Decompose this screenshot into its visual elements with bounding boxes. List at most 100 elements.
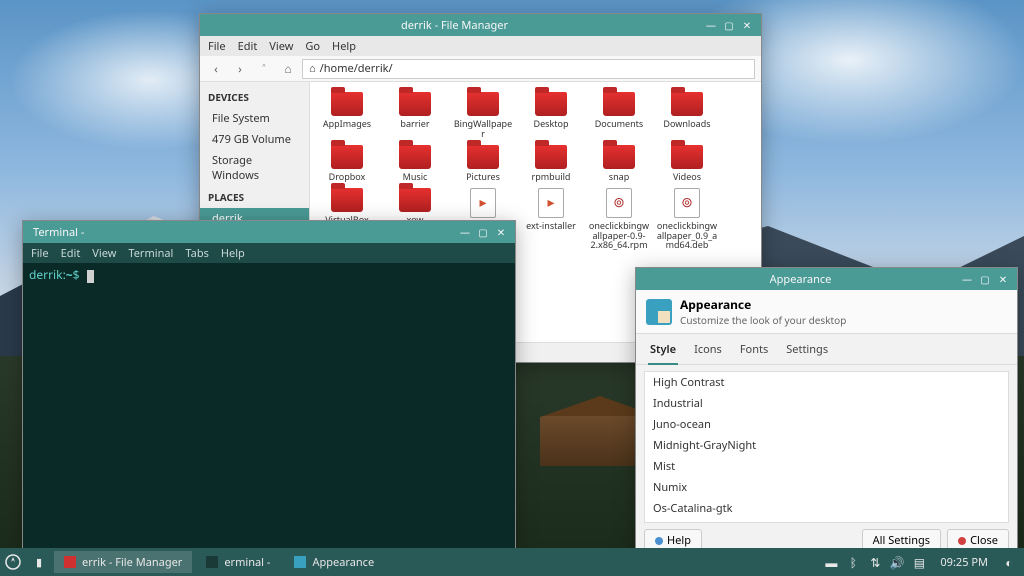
sidebar-item-file-system[interactable]: File System [200,108,309,129]
folder-icon [535,145,567,169]
file-item[interactable]: snap [586,143,652,184]
file-item[interactable]: BingWallpaper [450,90,516,141]
prompt-user: derrik [29,266,63,283]
folder-icon [467,145,499,169]
file-item[interactable]: ▸ext-installer [518,186,584,253]
appearance-header-sub: Customize the look of your desktop [680,313,846,327]
back-button[interactable]: ‹ [206,59,226,79]
clock[interactable]: 09:25 PM [934,555,994,570]
menu-edit[interactable]: Edit [238,39,258,54]
menu-terminal[interactable]: Terminal [128,246,173,261]
sidebar-item-storage-windows[interactable]: Storage Windows [200,150,309,186]
folder-icon [331,92,363,116]
menu-tabs[interactable]: Tabs [185,246,208,261]
taskbar-task[interactable]: Appearance [284,551,384,573]
forward-button[interactable]: › [230,59,250,79]
path-text: /home/derrik/ [320,61,393,76]
menu-file[interactable]: File [208,39,226,54]
folder-icon [399,188,431,212]
prompt-dir: ~ [66,266,73,283]
file-item[interactable]: rpmbuild [518,143,584,184]
folder-icon [671,145,703,169]
appearance-titlebar[interactable]: Appearance — ▢ ✕ [636,268,1017,290]
file-item[interactable]: Videos [654,143,720,184]
tab-fonts[interactable]: Fonts [738,338,770,364]
close-button[interactable]: ✕ [493,224,509,240]
style-row[interactable]: Numix [645,477,1008,498]
battery-icon[interactable]: ▬ [824,555,838,569]
file-item[interactable]: ⊚oneclickbingwallpaper-0.9-2.x86_64.rpm [586,186,652,253]
folder-icon [399,145,431,169]
style-row[interactable]: High Contrast [645,372,1008,393]
file-item[interactable]: Music [382,143,448,184]
menu-file[interactable]: File [31,246,49,261]
terminal-titlebar[interactable]: Terminal - — ▢ ✕ [23,221,515,243]
menu-edit[interactable]: Edit [61,246,81,261]
style-row[interactable]: Juno-ocean [645,414,1008,435]
file-item[interactable]: ⊚oneclickbingwallpaper_0.9_amd64.deb [654,186,720,253]
style-list[interactable]: High ContrastIndustrialJuno-oceanMidnigh… [644,371,1009,523]
menu-view[interactable]: View [269,39,293,54]
taskbar[interactable]: ▮ errik - File Manager erminal - Appearanc… [0,548,1024,576]
menu-go[interactable]: Go [305,39,320,54]
minimize-button[interactable]: — [703,17,719,33]
minimize-button[interactable]: — [457,224,473,240]
user-icon[interactable]: ◐ [1002,555,1016,569]
system-tray: ▬ ᛒ ⇅ 🔊 ▤ 09:25 PM ◐ [816,555,1024,570]
close-button[interactable]: ✕ [739,17,755,33]
volume-icon[interactable]: 🔊 [890,555,904,569]
file-item[interactable]: Documents [586,90,652,141]
network-icon[interactable]: ⇅ [868,555,882,569]
file-item[interactable]: Downloads [654,90,720,141]
menu-help[interactable]: Help [332,39,356,54]
minimize-button[interactable]: — [959,271,975,287]
notifications-icon[interactable]: ▤ [912,555,926,569]
style-row[interactable]: Mist [645,456,1008,477]
filemgr-titlebar[interactable]: derrik - File Manager — ▢ ✕ [200,14,761,36]
sidebar-item-479-gb-volume[interactable]: 479 GB Volume [200,129,309,150]
style-row[interactable]: Os-Catalina-gtk [645,498,1008,519]
terminal-title: Terminal - [29,225,457,240]
folder-icon [467,92,499,116]
menu-help[interactable]: Help [221,246,245,261]
file-item[interactable]: AppImages [314,90,380,141]
home-button[interactable]: ⌂ [278,59,298,79]
file-label: Downloads [663,119,710,129]
bluetooth-icon[interactable]: ᛒ [846,555,860,569]
task-label: erminal - [224,555,270,570]
close-button[interactable]: ✕ [995,271,1011,287]
menu-view[interactable]: View [92,246,116,261]
path-bar[interactable]: ⌂/home/derrik/ [302,59,755,79]
up-button[interactable]: ˄ [254,59,274,79]
file-item[interactable]: Pictures [450,143,516,184]
taskbar-task[interactable]: errik - File Manager [54,551,192,573]
style-row[interactable]: Industrial [645,393,1008,414]
file-label: Desktop [534,119,569,129]
file-label: rpmbuild [532,172,571,182]
taskbar-task[interactable]: erminal - [196,551,280,573]
maximize-button[interactable]: ▢ [721,17,737,33]
folder-icon [603,92,635,116]
start-button[interactable] [0,549,26,575]
terminal-body[interactable]: derrik:~$ [23,263,515,552]
terminal-cursor [87,270,94,283]
file-item[interactable]: barrier [382,90,448,141]
file-item[interactable]: Desktop [518,90,584,141]
tab-style[interactable]: Style [648,338,678,365]
file-label: oneclickbingwallpaper-0.9-2.x86_64.rpm [588,221,650,251]
maximize-button[interactable]: ▢ [475,224,491,240]
file-label: snap [609,172,629,182]
tab-settings[interactable]: Settings [784,338,830,364]
file-label: barrier [400,119,429,129]
maximize-button[interactable]: ▢ [977,271,993,287]
sidebar-header: PLACES [200,186,309,208]
folder-icon [671,92,703,116]
terminal-window[interactable]: Terminal - — ▢ ✕ File Edit View Terminal Tab… [22,220,516,553]
package-icon: ⊚ [606,188,632,218]
style-row[interactable]: Midnight-GrayNight [645,435,1008,456]
appearance-window[interactable]: Appearance — ▢ ✕ Appearance Customize th… [635,267,1018,559]
appearance-title: Appearance [642,272,959,287]
tab-icons[interactable]: Icons [692,338,724,364]
file-item[interactable]: Dropbox [314,143,380,184]
show-desktop-button[interactable]: ▮ [26,549,52,575]
